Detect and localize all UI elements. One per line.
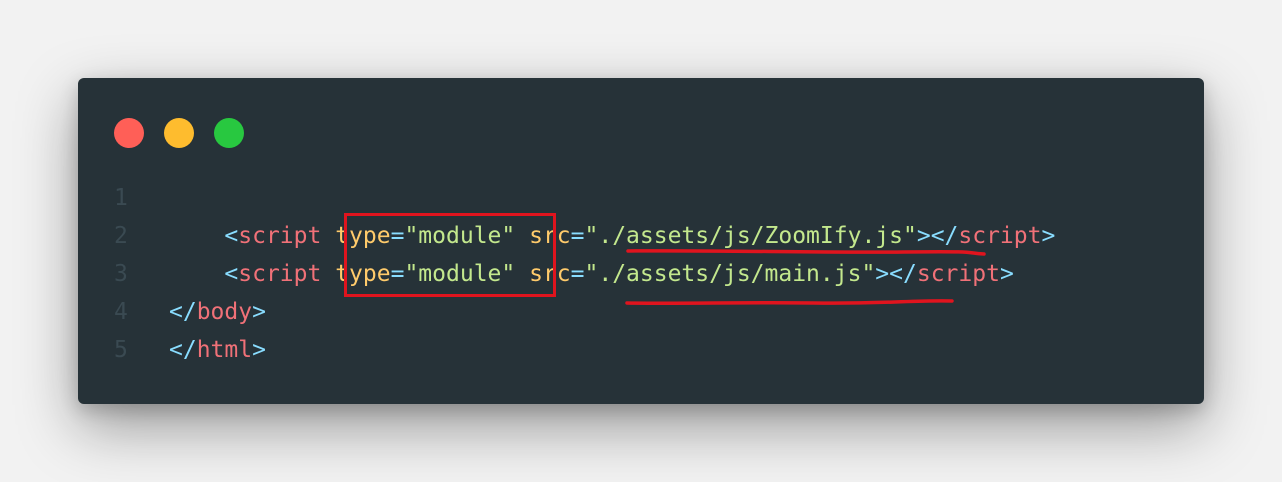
maximize-dot-icon <box>214 118 244 148</box>
code-token-punct: > <box>1041 223 1056 249</box>
code-line: 4 </body> <box>78 293 1204 331</box>
code-token-punct: = <box>390 223 405 249</box>
code-token-punct: ></ <box>875 261 917 287</box>
code-token-attr: type <box>335 261 391 287</box>
line-number: 5 <box>114 337 128 363</box>
code-token-str: "module" <box>404 223 516 249</box>
code-token-tag: script <box>916 261 1000 287</box>
code-token-punct: </ <box>169 299 197 325</box>
code-token-punct: < <box>224 223 239 249</box>
line-number: 4 <box>114 299 128 325</box>
code-token-tag: script <box>238 223 322 249</box>
code-token-str: "./assets/js/ZoomIfy.js" <box>584 223 917 249</box>
code-line: 3 <script type="module" src="./assets/js… <box>78 255 1204 293</box>
code-token-punct: = <box>570 223 585 249</box>
close-dot-icon <box>114 118 144 148</box>
code-token-tag: body <box>196 299 253 325</box>
code-token-attr: type <box>335 223 391 249</box>
code-token-tag: html <box>196 337 253 363</box>
code-line: 1 <box>78 179 1204 217</box>
code-token-punct: > <box>252 337 266 363</box>
line-content: </body> <box>169 293 266 331</box>
code-window: 12 <script type="module" src="./assets/j… <box>78 78 1204 404</box>
minimize-dot-icon <box>164 118 194 148</box>
line-content: </html> <box>169 331 266 369</box>
line-number: 2 <box>114 223 128 249</box>
code-token-punct: < <box>224 261 239 287</box>
code-token-punct: = <box>570 261 585 287</box>
code-token-tag: script <box>958 223 1042 249</box>
code-token-punct: </ <box>169 337 197 363</box>
code-token-str: "module" <box>404 261 516 287</box>
code-token-punct: > <box>999 261 1014 287</box>
line-number: 3 <box>114 261 128 287</box>
code-token-str: "./assets/js/main.js" <box>584 261 876 287</box>
code-line: 2 <script type="module" src="./assets/js… <box>78 217 1204 255</box>
code-token-punct: = <box>390 261 405 287</box>
code-token-attr: src <box>529 223 571 249</box>
code-line: 5 </html> <box>78 331 1204 369</box>
code-block: 12 <script type="module" src="./assets/j… <box>78 179 1204 369</box>
line-content: <script type="module" src="./assets/js/m… <box>169 255 1014 293</box>
code-token-punct: ></ <box>916 223 959 249</box>
line-content: <script type="module" src="./assets/js/Z… <box>169 217 1055 255</box>
code-token-punct: > <box>252 299 266 325</box>
line-number: 1 <box>114 185 128 211</box>
code-token-tag: script <box>238 261 322 287</box>
code-token-attr: src <box>529 261 571 287</box>
